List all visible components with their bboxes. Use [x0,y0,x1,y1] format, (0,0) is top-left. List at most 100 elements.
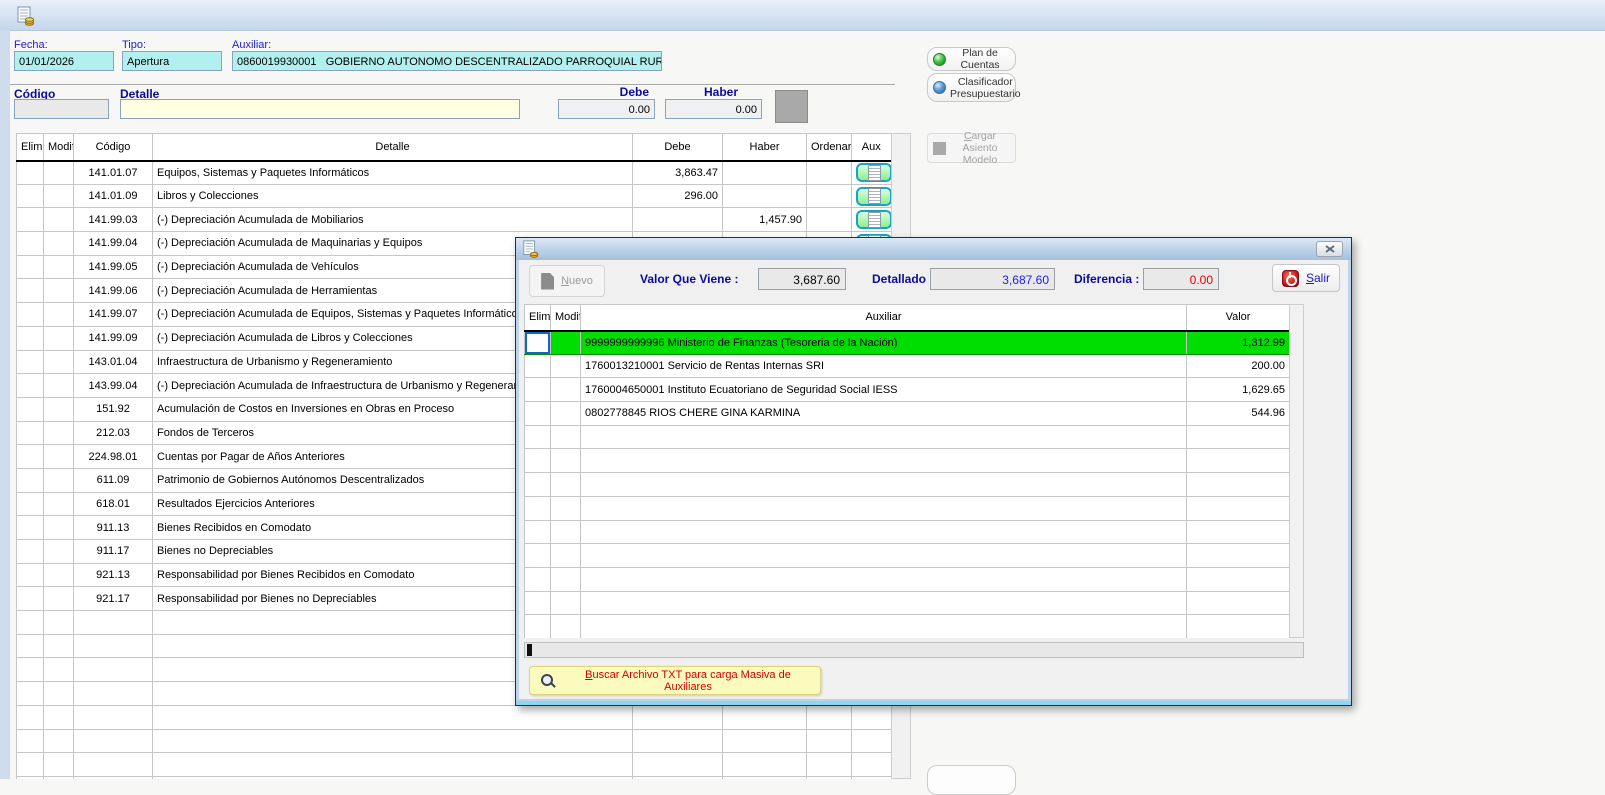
modif-cell[interactable] [551,567,581,591]
modif-cell[interactable] [551,425,581,449]
auxiliar-row[interactable] [525,544,1290,568]
elimin-cell[interactable] [17,255,44,279]
elimin-cell[interactable] [17,753,44,777]
aux-button[interactable] [856,163,891,182]
elimin-cell[interactable] [525,402,551,426]
close-button[interactable] [1316,241,1343,257]
elimin-cell[interactable] [17,587,44,611]
modif-cell[interactable] [44,421,74,445]
elimin-cell[interactable] [17,658,44,682]
elimin-cell[interactable] [525,520,551,544]
modif-cell[interactable] [44,184,74,208]
elimin-cell[interactable] [17,397,44,421]
modif-cell[interactable] [551,378,581,402]
elimin-cell[interactable] [17,468,44,492]
modif-cell[interactable] [44,397,74,421]
modif-cell[interactable] [44,753,74,777]
plan-de-cuentas-button[interactable]: Plan de Cuentas [927,47,1016,71]
auxiliar-row[interactable] [525,520,1290,544]
elimin-cell[interactable] [17,563,44,587]
elimin-cell[interactable] [17,729,44,753]
auxiliar-row[interactable] [525,496,1290,520]
auxiliar-row[interactable]: 0802778845 RIOS CHERE GINA KARMINA 544.9… [525,402,1290,426]
elimin-cell[interactable] [17,634,44,658]
modif-cell[interactable] [44,492,74,516]
modif-cell[interactable] [551,544,581,568]
elimin-cell[interactable] [525,425,551,449]
elimin-cell[interactable] [525,331,551,355]
debe-input[interactable]: 0.00 [558,99,655,119]
modif-cell[interactable] [44,634,74,658]
elimin-cell[interactable] [525,473,551,497]
table-row[interactable] [17,753,892,777]
modif-cell[interactable] [44,350,74,374]
modif-cell[interactable] [551,591,581,615]
modif-cell[interactable] [44,374,74,398]
modif-cell[interactable] [44,232,74,256]
modif-cell[interactable] [551,615,581,638]
auxiliar-row[interactable]: 9999999999996 Ministerio de Finanzas (Te… [525,331,1290,355]
modif-cell[interactable] [551,354,581,378]
table-row[interactable]: 141.01.09 Libros y Colecciones 296.00 [17,184,892,208]
elimin-cell[interactable] [17,208,44,232]
modif-cell[interactable] [44,587,74,611]
modif-cell[interactable] [44,326,74,350]
modif-cell[interactable] [44,516,74,540]
auxiliar-input[interactable]: 0860019930001 GOBIERNO AUTONOMO DESCENTR… [232,51,662,71]
gray-square-button[interactable] [775,90,808,123]
modif-cell[interactable] [551,520,581,544]
elimin-cell[interactable] [17,161,44,185]
codigo-input[interactable] [14,99,109,119]
elimin-cell[interactable] [525,591,551,615]
elimin-cell[interactable] [17,705,44,729]
elimin-cell[interactable] [525,449,551,473]
elimin-cell[interactable] [17,611,44,635]
modif-cell[interactable] [551,496,581,520]
auxiliar-row[interactable] [525,591,1290,615]
modif-cell[interactable] [551,402,581,426]
auxiliar-row[interactable] [525,615,1290,638]
table-row[interactable]: 141.99.03 (-) Depreciación Acumulada de … [17,208,892,232]
modif-cell[interactable] [551,449,581,473]
elimin-cell[interactable] [17,516,44,540]
modif-cell[interactable] [44,658,74,682]
dialog-titlebar[interactable] [516,238,1351,260]
elimin-cell[interactable] [17,303,44,327]
elimin-cell[interactable] [525,615,551,638]
partial-button[interactable] [927,765,1016,795]
elimin-cell[interactable] [17,374,44,398]
auxiliar-row[interactable]: 1760013210001 Servicio de Rentas Interna… [525,354,1290,378]
buscar-archivo-txt-button[interactable]: Buscar Archivo TXT para carga Masiva de … [529,666,821,695]
salir-button[interactable]: Salir [1272,264,1340,292]
auxiliares-table-scrollbar[interactable] [1289,304,1304,638]
auxiliares-hscrollbar[interactable] [524,642,1304,658]
modif-cell[interactable] [44,540,74,564]
elimin-cell[interactable] [17,279,44,303]
aux-button[interactable] [856,187,891,206]
modif-cell[interactable] [44,682,74,706]
modif-cell[interactable] [44,279,74,303]
fecha-input[interactable]: 01/01/2026 [14,51,114,71]
auxiliar-row[interactable] [525,449,1290,473]
elimin-cell[interactable] [17,421,44,445]
table-row[interactable] [17,705,892,729]
haber-input[interactable]: 0.00 [665,99,762,119]
cargar-asiento-modelo-button[interactable]: Cargar Asiento Modelo [927,133,1016,163]
auxiliar-row[interactable] [525,567,1290,591]
modif-cell[interactable] [44,208,74,232]
modif-cell[interactable] [44,255,74,279]
tipo-input[interactable]: Apertura [122,51,222,71]
modif-cell[interactable] [551,331,581,355]
modif-cell[interactable] [44,303,74,327]
elimin-cell[interactable] [17,682,44,706]
modif-cell[interactable] [44,705,74,729]
elimin-cell[interactable] [17,326,44,350]
elimin-cell[interactable] [525,378,551,402]
clasificador-presupuestario-button[interactable]: Clasificador Presupuestario [927,73,1016,102]
table-row[interactable]: 141.01.07 Equipos, Sistemas y Paquetes I… [17,161,892,185]
modif-cell[interactable] [44,468,74,492]
modif-cell[interactable] [44,445,74,469]
aux-button[interactable] [856,210,891,229]
elimin-cell[interactable] [525,567,551,591]
modif-cell[interactable] [44,161,74,185]
